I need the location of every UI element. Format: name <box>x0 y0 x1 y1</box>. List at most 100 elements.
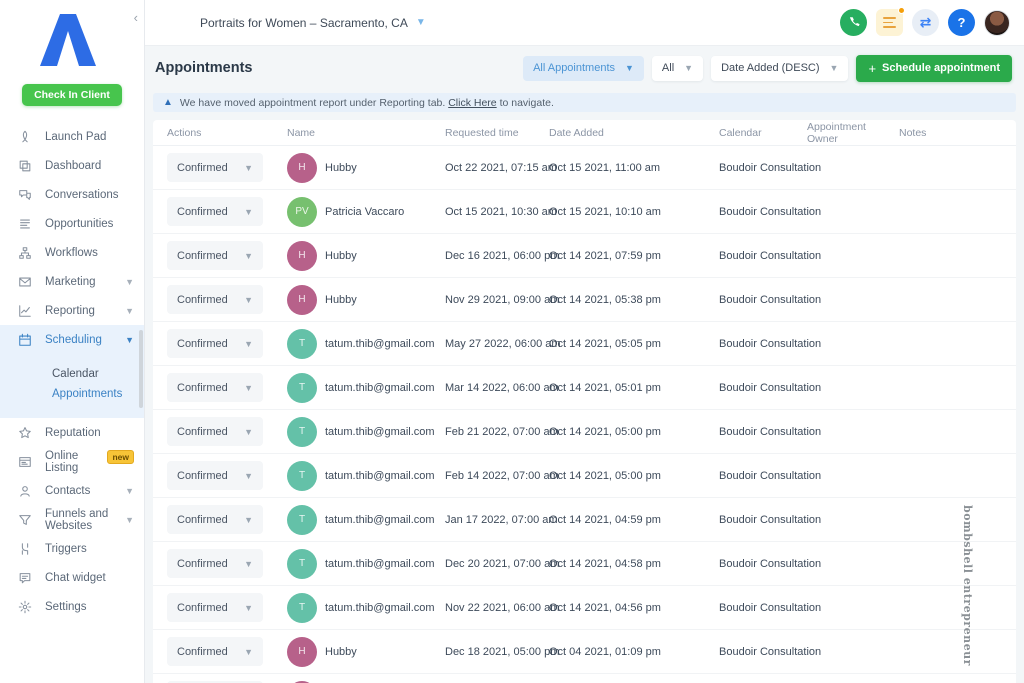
table-row: Confirmed ▼ Ttatum.thib@gmail.com Dec 20 … <box>153 542 1016 586</box>
check-in-client-button[interactable]: Check In Client <box>22 84 122 106</box>
sidebar-item-label: Opportunities <box>45 217 114 230</box>
contact-name: tatum.thib@gmail.com <box>325 469 435 482</box>
sidebar-item-opportunities[interactable]: Opportunities <box>0 209 144 238</box>
calendar-name: Boudoir Consultation <box>719 337 822 350</box>
sidebar-item-chat-widget[interactable]: Chat widget <box>0 563 144 592</box>
requested-time: Nov 22 2021, 06:00 am <box>445 601 560 614</box>
sidebar-subitem-calendar[interactable]: Calendar <box>52 364 144 384</box>
chat-icon <box>18 571 32 585</box>
status-dropdown[interactable]: Confirmed ▼ <box>167 417 263 446</box>
banner-click-here-link[interactable]: Click Here <box>448 97 496 109</box>
table-row: Confirmed ▼ Ttatum.thib@gmail.com Feb 14 … <box>153 454 1016 498</box>
sidebar-item-label: Launch Pad <box>45 130 107 143</box>
status-dropdown[interactable]: Confirmed ▼ <box>167 637 263 666</box>
filter-all[interactable]: All ▼ <box>651 55 704 81</box>
sidebar-item-label: Chat widget <box>45 571 106 584</box>
sidebar-item-label: Marketing <box>45 275 96 288</box>
contact-name-cell[interactable]: Ttatum.thib@gmail.com <box>287 416 445 447</box>
sidebar-item-label: Scheduling <box>45 333 102 346</box>
column-header: Notes <box>899 126 927 139</box>
sidebar-item-dashboard[interactable]: Dashboard <box>0 151 144 180</box>
requested-time: Jan 17 2022, 07:00 am <box>445 513 558 526</box>
app-logo[interactable] <box>0 0 144 66</box>
avatar: T <box>287 416 317 447</box>
funnel-icon <box>18 513 32 527</box>
sidebar-item-workflows[interactable]: Workflows <box>0 238 144 267</box>
avatar: T <box>287 372 317 403</box>
dashboard-icon <box>18 159 32 173</box>
status-dropdown[interactable]: Confirmed ▼ <box>167 241 263 270</box>
page-title: Appointments <box>155 60 253 76</box>
user-avatar[interactable] <box>984 9 1010 36</box>
sidebar-item-funnels-and-websites[interactable]: Funnels and Websites ▼ <box>0 505 144 534</box>
date-added: Oct 14 2021, 04:56 pm <box>549 601 661 614</box>
date-added: Oct 14 2021, 05:00 pm <box>549 425 661 438</box>
sidebar-collapse-icon[interactable]: ‹ <box>134 10 138 25</box>
schedule-appointment-button[interactable]: + Schedule appointment <box>856 54 1012 82</box>
contact-name-cell[interactable]: Ttatum.thib@gmail.com <box>287 372 445 403</box>
status-dropdown[interactable]: Confirmed ▼ <box>167 153 263 182</box>
contact-name-cell[interactable]: Ttatum.thib@gmail.com <box>287 460 445 491</box>
chevron-down-icon: ▼ <box>244 646 253 657</box>
chevron-down-icon: ▼ <box>244 294 253 305</box>
chevron-down-icon: ▼ <box>125 276 134 287</box>
contact-name: Hubby <box>325 293 357 306</box>
status-dropdown[interactable]: Confirmed ▼ <box>167 197 263 226</box>
status-dropdown[interactable]: Confirmed ▼ <box>167 593 263 622</box>
status-dropdown[interactable]: Confirmed ▼ <box>167 373 263 402</box>
sidebar-item-reporting[interactable]: Reporting ▼ <box>0 296 144 325</box>
sidebar-item-label: Conversations <box>45 188 119 201</box>
sidebar-item-settings[interactable]: Settings <box>0 592 144 621</box>
calendar-name: Boudoir Consultation <box>719 557 822 570</box>
chevron-down-icon: ▼ <box>244 470 253 481</box>
contact-name: tatum.thib@gmail.com <box>325 601 435 614</box>
contact-name-cell[interactable]: H Hubby <box>287 636 445 667</box>
sort-date-added[interactable]: Date Added (DESC) ▼ <box>711 55 849 81</box>
contact-name-cell[interactable]: Ttatum.thib@gmail.com <box>287 328 445 359</box>
table-row: Confirmed ▼ H Hubby Dec 18 2021, 05:00 pm … <box>153 630 1016 674</box>
help-icon[interactable]: ? <box>948 9 975 36</box>
column-header: Appointment Owner <box>807 120 866 145</box>
chevron-down-icon: ▼ <box>125 514 134 525</box>
status-dropdown[interactable]: Confirmed ▼ <box>167 461 263 490</box>
avatar: H <box>287 284 317 315</box>
contact-name-cell[interactable]: PV Patricia Vaccaro <box>287 196 445 227</box>
date-added: Oct 14 2021, 07:59 pm <box>549 249 661 262</box>
column-header: Name <box>287 126 316 139</box>
sidebar-item-conversations[interactable]: Conversations <box>0 180 144 209</box>
calendar-name: Boudoir Consultation <box>719 293 822 306</box>
sidebar-item-launch-pad[interactable]: Launch Pad <box>0 122 144 151</box>
avatar: H <box>287 152 317 183</box>
phone-icon[interactable] <box>840 9 867 36</box>
location-label: Portraits for Women – Sacramento, CA <box>200 15 408 30</box>
sidebar-subitem-appointments[interactable]: Appointments <box>52 384 144 404</box>
requested-time: Feb 14 2022, 07:00 am <box>445 469 559 482</box>
contact-name-cell[interactable]: Ttatum.thib@gmail.com <box>287 504 445 535</box>
status-dropdown[interactable]: Confirmed ▼ <box>167 329 263 358</box>
contact-name-cell[interactable]: Ttatum.thib@gmail.com <box>287 548 445 579</box>
date-added: Oct 04 2021, 01:09 pm <box>549 645 661 658</box>
sidebar-item-reputation[interactable]: Reputation <box>0 418 144 447</box>
sidebar-item-contacts[interactable]: Contacts ▼ <box>0 476 144 505</box>
sidebar-scrollbar[interactable] <box>139 330 143 408</box>
sidebar-item-marketing[interactable]: Marketing ▼ <box>0 267 144 296</box>
sidebar-item-online-listing[interactable]: Online Listing new <box>0 447 144 476</box>
contact-name-cell[interactable]: H Hubby <box>287 240 445 271</box>
contact-name-cell[interactable]: H Hubby <box>287 284 445 315</box>
contact-name: Hubby <box>325 161 357 174</box>
filter-all-appointments[interactable]: All Appointments ▼ <box>523 55 644 81</box>
table-row: Confirmed ▼ H Hubby Nov 29 2021, 09:00 am … <box>153 278 1016 322</box>
calendar-name: Boudoir Consultation <box>719 645 822 658</box>
swap-accounts-icon[interactable]: ⇄ <box>912 9 939 36</box>
status-dropdown[interactable]: Confirmed ▼ <box>167 285 263 314</box>
sidebar-item-scheduling[interactable]: Scheduling ▼ <box>0 325 144 354</box>
status-dropdown[interactable]: Confirmed ▼ <box>167 549 263 578</box>
sidebar-item-triggers[interactable]: Triggers <box>0 534 144 563</box>
location-selector[interactable]: Portraits for Women – Sacramento, CA ▼ <box>200 16 426 30</box>
calendar-name: Boudoir Consultation <box>719 249 822 262</box>
contact-name-cell[interactable]: H Hubby <box>287 152 445 183</box>
contact-name-cell[interactable]: Ttatum.thib@gmail.com <box>287 592 445 623</box>
status-dropdown[interactable]: Confirmed ▼ <box>167 505 263 534</box>
chevron-down-icon: ▼ <box>244 514 253 525</box>
tasks-icon[interactable] <box>876 7 905 36</box>
